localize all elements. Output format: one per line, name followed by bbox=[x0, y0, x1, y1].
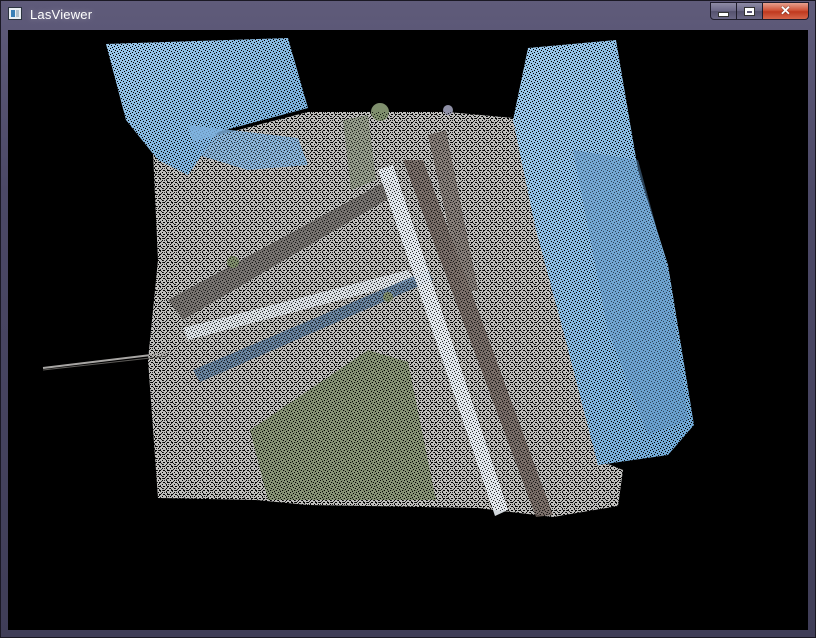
point-cloud-scan bbox=[42, 38, 694, 517]
minimize-button[interactable] bbox=[710, 2, 737, 20]
maximize-button[interactable] bbox=[737, 2, 763, 20]
app-window: LasViewer ✕ bbox=[0, 0, 816, 638]
close-button[interactable]: ✕ bbox=[763, 2, 809, 20]
close-icon: ✕ bbox=[780, 3, 791, 18]
window-title: LasViewer bbox=[30, 7, 93, 22]
maximize-icon bbox=[745, 7, 754, 15]
window-controls: ✕ bbox=[710, 2, 809, 21]
title-bar[interactable]: LasViewer ✕ bbox=[1, 1, 815, 29]
point-cloud-canvas[interactable] bbox=[8, 30, 808, 630]
minimize-icon bbox=[719, 12, 728, 16]
point-cloud-viewport[interactable] bbox=[8, 30, 808, 630]
app-icon[interactable] bbox=[8, 7, 22, 20]
